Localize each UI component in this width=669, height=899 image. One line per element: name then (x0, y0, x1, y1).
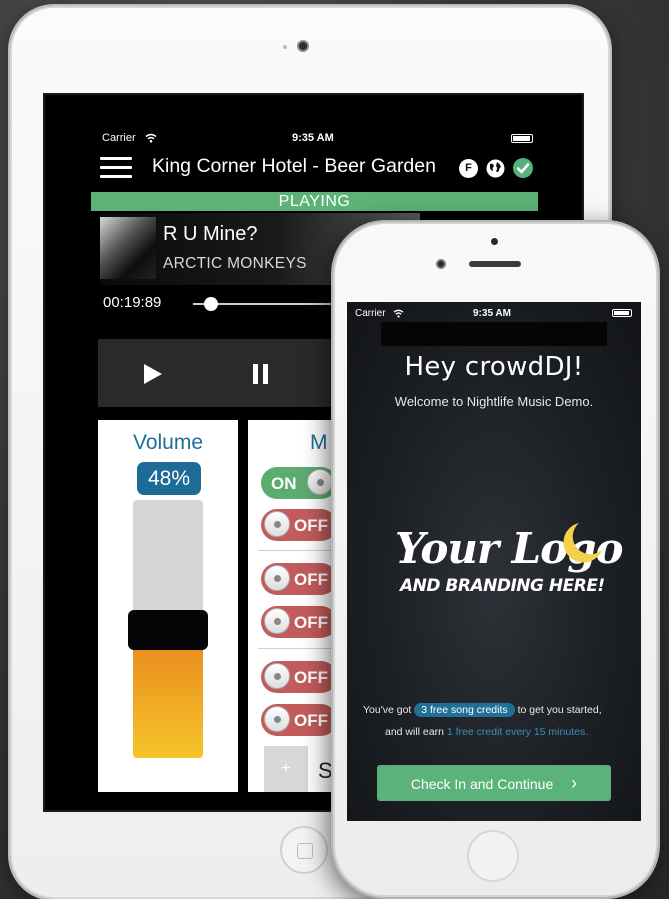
venue-title: King Corner Hotel - Beer Garden (152, 155, 436, 177)
carrier-label: Carrier (355, 308, 386, 319)
iphone-speaker (469, 261, 521, 267)
music-panel-title: M (310, 431, 328, 454)
welcome-subtitle: Welcome to Nightlife Music Demo. (394, 394, 594, 409)
music-panel-label: S (318, 758, 333, 783)
menu-icon[interactable] (100, 157, 132, 184)
track-title: R U Mine? (163, 223, 258, 245)
iphone-screen: Carrier 9:35 AM Hey crowdDJ! Welcome to … (347, 302, 641, 821)
pause-icon[interactable] (253, 364, 271, 384)
credits-line-2: and will earn 1 free credit every 15 min… (385, 726, 589, 738)
ipad-camera (297, 40, 309, 52)
ipad-sensor (283, 45, 287, 49)
volume-slider-fill (133, 634, 203, 758)
carrier-label: Carrier (102, 132, 136, 144)
wifi-icon (145, 133, 157, 143)
toggle-4[interactable]: OFF (261, 606, 337, 638)
volume-slider-handle[interactable] (128, 610, 208, 650)
credits-pill: 3 free song credits (414, 703, 515, 717)
iphone-home-button[interactable] (467, 830, 519, 882)
credit-rate-link[interactable]: 1 free credit every 15 minutes. (447, 726, 588, 738)
progress-knob[interactable] (204, 297, 219, 311)
elapsed-time: 00:19:89 (103, 294, 162, 311)
moon-icon (563, 523, 602, 563)
volume-title: Volume (132, 431, 204, 454)
play-icon[interactable] (144, 364, 162, 384)
check-in-button[interactable]: Check In and Continue › (377, 765, 611, 801)
add-button[interactable]: + (264, 746, 308, 792)
chevron-right-icon: › (571, 773, 578, 793)
greeting-heading: Hey crowdDJ! (404, 352, 584, 382)
toggle-3[interactable]: OFF (261, 563, 337, 595)
battery-icon (612, 309, 632, 317)
globe-icon[interactable] (486, 159, 505, 178)
toggle-2[interactable]: OFF (261, 509, 337, 541)
iphone-sensor (491, 238, 498, 245)
toggle-6[interactable]: OFF (261, 704, 337, 736)
wifi-icon (393, 309, 404, 318)
volume-value-badge: 48% (137, 462, 201, 495)
logo-subtext: AND BRANDING HERE! (400, 576, 605, 596)
ipad-home-button[interactable] (280, 826, 328, 874)
toggle-5[interactable]: OFF (261, 661, 337, 693)
track-artist: ARCTIC MONKEYS (163, 255, 307, 272)
status-time: 9:35 AM (473, 308, 511, 319)
credits-line-1: You've got 3 free song credits to get yo… (363, 703, 602, 717)
check-icon[interactable] (513, 158, 533, 178)
top-shade (381, 322, 607, 346)
status-time: 9:35 AM (292, 132, 334, 144)
f-badge[interactable]: F (459, 159, 478, 178)
toggle-1[interactable]: ON (261, 467, 337, 499)
iphone-camera (436, 259, 446, 269)
playing-status-bar: PLAYING (91, 192, 538, 211)
album-art (100, 217, 156, 279)
battery-icon (511, 134, 533, 143)
playback-controls (98, 339, 333, 407)
